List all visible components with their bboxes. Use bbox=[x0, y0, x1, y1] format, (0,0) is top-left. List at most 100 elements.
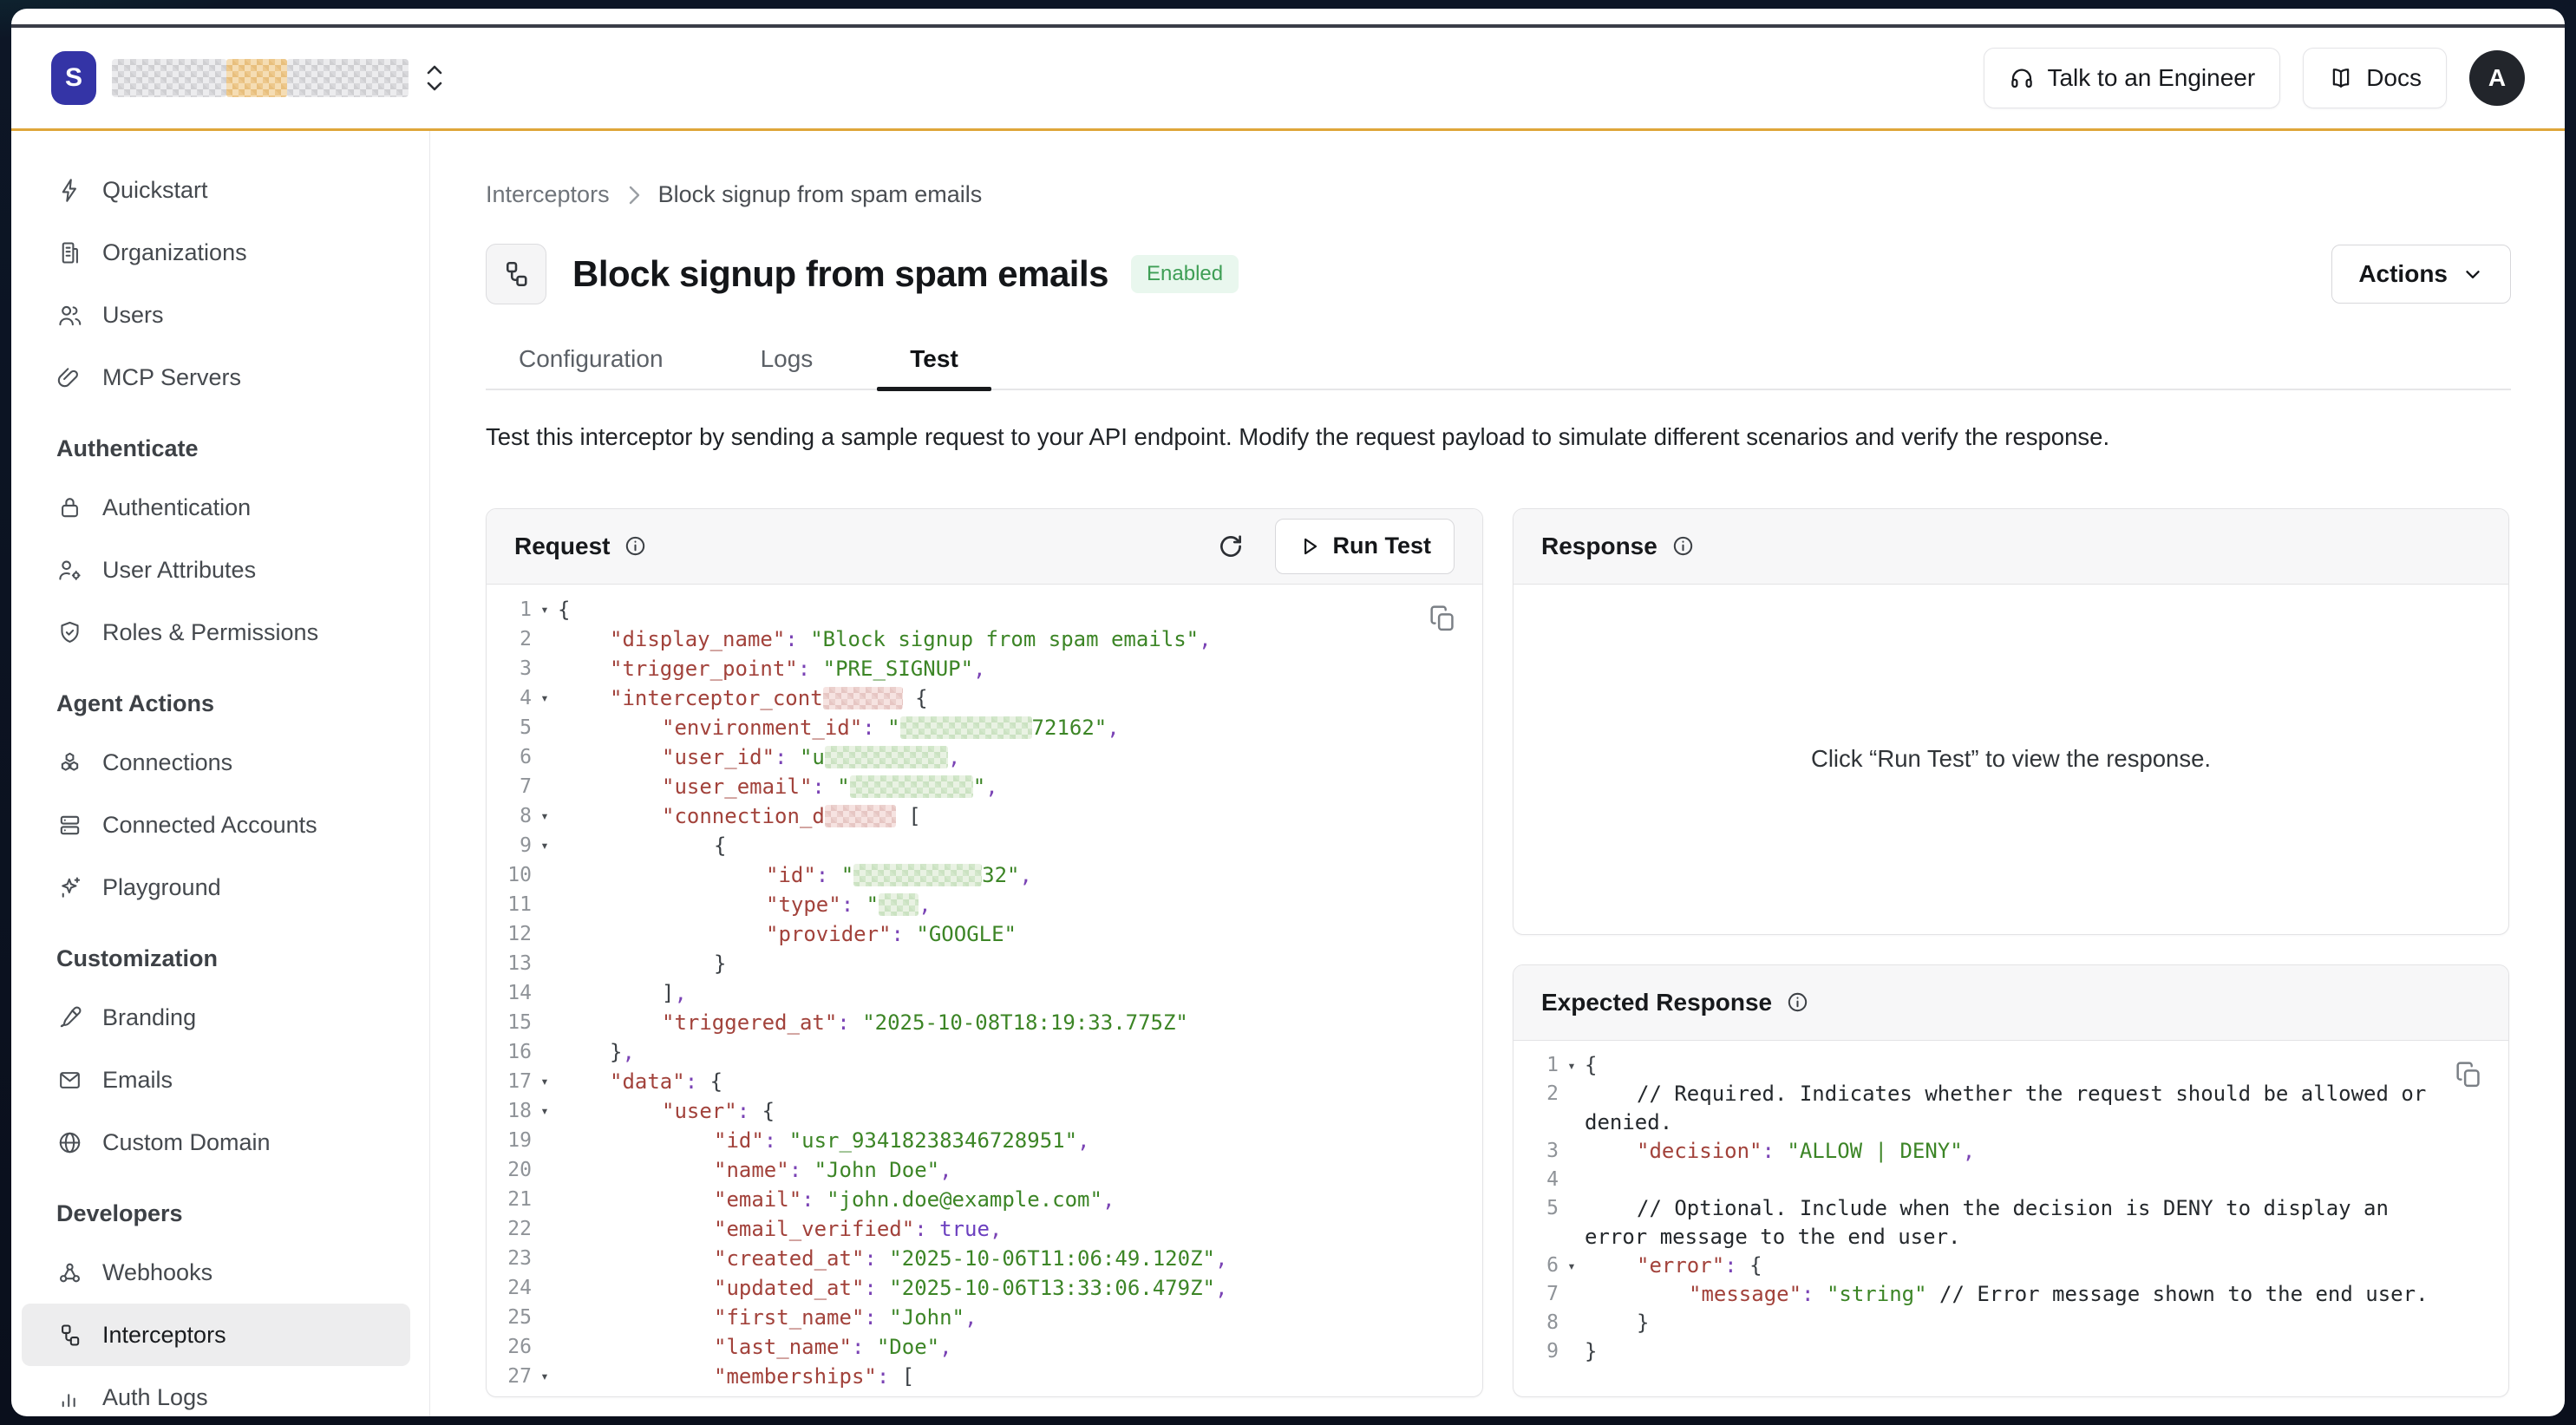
sidebar-item-authentication[interactable]: Authentication bbox=[22, 476, 410, 539]
fold-gutter bbox=[532, 1273, 558, 1303]
line-number: 8 bbox=[499, 801, 532, 831]
code-token: , bbox=[939, 1158, 951, 1182]
sidebar-item-quickstart[interactable]: Quickstart bbox=[22, 159, 410, 221]
chevron-right-icon bbox=[627, 184, 641, 206]
refresh-icon[interactable] bbox=[1216, 532, 1246, 561]
line-number: 24 bbox=[499, 1273, 532, 1303]
sidebar-item-users[interactable]: Users bbox=[22, 284, 410, 346]
code-line: 8▾"connection_d [ bbox=[499, 801, 1482, 831]
copy-icon[interactable] bbox=[1428, 604, 1458, 634]
code-token: : bbox=[1762, 1139, 1788, 1163]
webhook-icon bbox=[56, 1259, 83, 1286]
code-text bbox=[1585, 1166, 2508, 1194]
code-line: 24"updated_at": "2025-10-06T13:33:06.479… bbox=[499, 1273, 1482, 1303]
code-text: { bbox=[1585, 1051, 2508, 1080]
sidebar-item-label: Auth Logs bbox=[102, 1384, 208, 1411]
fold-gutter bbox=[532, 1332, 558, 1362]
line-number: 14 bbox=[499, 978, 532, 1008]
fold-gutter bbox=[532, 654, 558, 683]
fold-toggle-icon[interactable]: ▾ bbox=[1559, 1051, 1585, 1080]
code-text: "last_name": "Doe", bbox=[558, 1332, 1482, 1362]
code-token: "last_name" bbox=[714, 1335, 852, 1359]
code-token: { bbox=[762, 1099, 775, 1123]
code-line: 18▾"user": { bbox=[499, 1096, 1482, 1126]
tab-test[interactable]: Test bbox=[877, 345, 991, 389]
fold-gutter bbox=[532, 890, 558, 919]
code-text: } bbox=[558, 949, 1482, 978]
code-text: "id": "32", bbox=[558, 860, 1482, 890]
fold-toggle-icon[interactable]: ▾ bbox=[532, 595, 558, 624]
actions-button[interactable]: Actions bbox=[2331, 245, 2511, 304]
info-icon[interactable] bbox=[624, 534, 647, 558]
fold-toggle-icon[interactable]: ▾ bbox=[532, 683, 558, 713]
fold-toggle-icon[interactable]: ▾ bbox=[532, 801, 558, 831]
fold-toggle-icon[interactable]: ▾ bbox=[532, 1362, 558, 1391]
code-line: 16}, bbox=[499, 1037, 1482, 1067]
sidebar-item-interceptors[interactable]: Interceptors bbox=[22, 1304, 410, 1366]
quickstart-icon bbox=[56, 177, 83, 204]
code-token: "environment_id" bbox=[662, 716, 862, 740]
response-panel-title: Response bbox=[1541, 533, 1657, 560]
code-token: , bbox=[1215, 1246, 1227, 1271]
sidebar-item-mcp-servers[interactable]: MCP Servers bbox=[22, 346, 410, 409]
talk-to-engineer-button[interactable]: Talk to an Engineer bbox=[1984, 48, 2280, 108]
code-token: " bbox=[866, 892, 879, 917]
test-panels: Request Run Test bbox=[486, 508, 2511, 1397]
fold-gutter bbox=[532, 949, 558, 978]
code-text: "connection_d [ bbox=[558, 801, 1482, 831]
code-line: 15"triggered_at": "2025-10-08T18:19:33.7… bbox=[499, 1008, 1482, 1037]
sidebar-item-emails[interactable]: Emails bbox=[22, 1049, 410, 1111]
docs-button[interactable]: Docs bbox=[2303, 48, 2447, 108]
code-token: " bbox=[887, 716, 899, 740]
code-token: "usr_93418238346728951" bbox=[789, 1128, 1077, 1153]
info-icon[interactable] bbox=[1671, 534, 1695, 558]
sidebar-item-branding[interactable]: Branding bbox=[22, 986, 410, 1049]
copy-icon[interactable] bbox=[2454, 1060, 2484, 1090]
fold-toggle-icon[interactable]: ▾ bbox=[1559, 1252, 1585, 1280]
tab-logs[interactable]: Logs bbox=[728, 345, 847, 389]
line-number: 20 bbox=[499, 1155, 532, 1185]
code-text: ], bbox=[558, 978, 1482, 1008]
code-token: " bbox=[837, 775, 849, 799]
run-test-button[interactable]: Run Test bbox=[1275, 519, 1455, 574]
request-code-editor[interactable]: 1▾{2"display_name": "Block signup from s… bbox=[487, 585, 1482, 1396]
code-text: // Optional. Include when the decision i… bbox=[1585, 1194, 2508, 1252]
redaction-block bbox=[853, 864, 982, 886]
code-token: "email" bbox=[714, 1187, 801, 1212]
sidebar-section-authenticate: Authenticate bbox=[11, 421, 429, 476]
sidebar-item-roles-permissions[interactable]: Roles & Permissions bbox=[22, 601, 410, 663]
code-token: "created_at" bbox=[714, 1246, 864, 1271]
sidebar-section-developers: Developers bbox=[11, 1186, 429, 1241]
redaction-block bbox=[112, 59, 226, 97]
tab-configuration[interactable]: Configuration bbox=[486, 345, 696, 389]
fold-toggle-icon[interactable]: ▾ bbox=[532, 1096, 558, 1126]
code-text: { bbox=[558, 831, 1482, 860]
org-logo: S bbox=[51, 51, 96, 105]
sidebar-item-connected-accounts[interactable]: Connected Accounts bbox=[22, 794, 410, 856]
code-token: : bbox=[801, 1187, 827, 1212]
line-number: 3 bbox=[1526, 1137, 1559, 1166]
code-token: "name" bbox=[714, 1158, 789, 1182]
user-avatar[interactable]: A bbox=[2469, 50, 2525, 106]
org-switcher[interactable]: S bbox=[51, 51, 445, 105]
breadcrumb-parent[interactable]: Interceptors bbox=[486, 181, 610, 208]
sidebar-item-playground[interactable]: Playground bbox=[22, 856, 410, 918]
request-panel-title: Request bbox=[514, 533, 610, 560]
info-icon[interactable] bbox=[1786, 990, 1809, 1014]
code-text: "email_verified": true, bbox=[558, 1214, 1482, 1244]
sidebar-item-custom-domain[interactable]: Custom Domain bbox=[22, 1111, 410, 1173]
sidebar-item-auth-logs[interactable]: Auth Logs bbox=[22, 1366, 410, 1416]
code-text: "data": { bbox=[558, 1067, 1482, 1096]
expected-response-code[interactable]: 1▾{2// Required. Indicates whether the r… bbox=[1514, 1041, 2508, 1396]
sidebar-item-label: Authentication bbox=[102, 494, 251, 521]
fold-gutter bbox=[532, 624, 558, 654]
org-switcher-chevrons-icon[interactable] bbox=[424, 63, 445, 93]
sidebar-item-webhooks[interactable]: Webhooks bbox=[22, 1241, 410, 1304]
fold-gutter bbox=[1559, 1280, 1585, 1309]
fold-toggle-icon[interactable]: ▾ bbox=[532, 831, 558, 860]
code-token: : bbox=[737, 1099, 762, 1123]
sidebar-item-user-attributes[interactable]: User Attributes bbox=[22, 539, 410, 601]
fold-toggle-icon[interactable]: ▾ bbox=[532, 1067, 558, 1096]
sidebar-item-organizations[interactable]: Organizations bbox=[22, 221, 410, 284]
sidebar-item-connections[interactable]: Connections bbox=[22, 731, 410, 794]
